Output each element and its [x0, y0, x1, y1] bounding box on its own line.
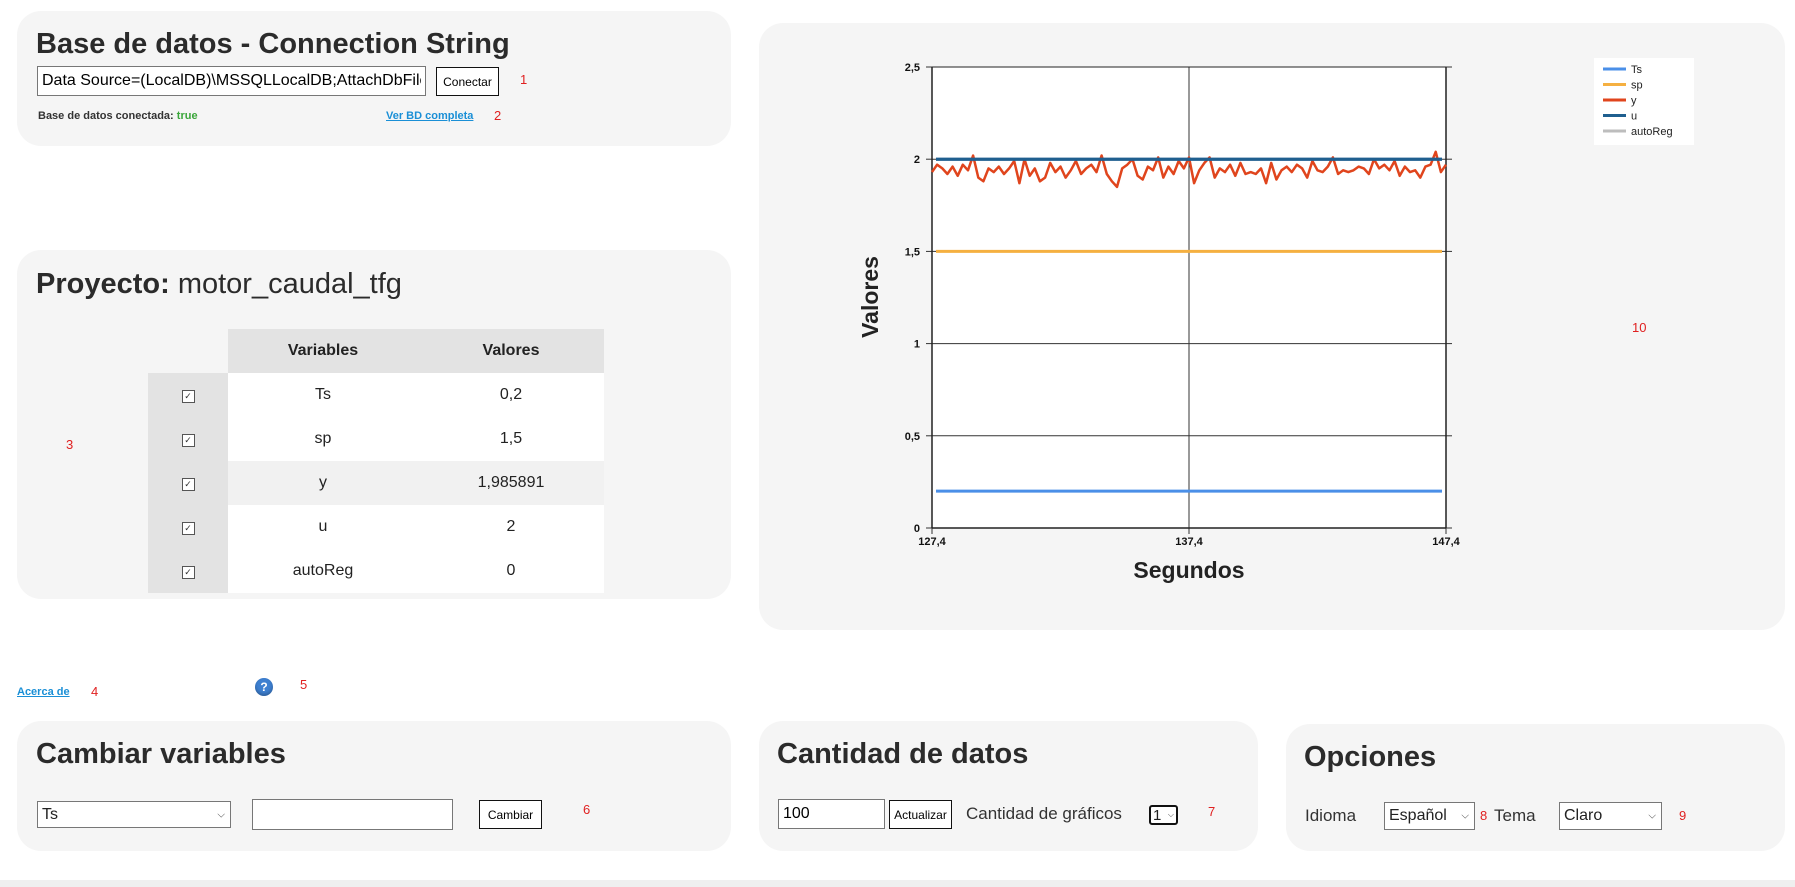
marker-9: 9	[1679, 808, 1687, 823]
row-variable: autoReg	[228, 549, 418, 593]
charts-amount-value: 1	[1153, 806, 1162, 824]
marker-4: 4	[91, 684, 99, 699]
table-row: ✓ y 1,985891	[148, 461, 604, 505]
data-amount-title: Cantidad de datos	[777, 738, 1029, 770]
db-title: Base de datos - Connection String	[36, 28, 510, 60]
row-checkbox-cell[interactable]: ✓	[148, 505, 228, 549]
view-db-link[interactable]: Ver BD completa	[386, 110, 473, 122]
table-row: ✓ u 2	[148, 505, 604, 549]
checkbox-checked-icon[interactable]: ✓	[181, 522, 195, 535]
chevron-down-icon: ⌵	[1648, 810, 1656, 822]
language-select-value: Español	[1389, 807, 1447, 824]
header-valores: Valores	[418, 329, 604, 373]
marker-5: 5	[300, 677, 308, 692]
db-status-value: true	[176, 110, 198, 122]
chevron-down-icon: ⌵	[217, 809, 225, 820]
table-row: ✓ autoReg 0	[148, 549, 604, 593]
row-variable: u	[228, 505, 418, 549]
connection-string-input[interactable]	[37, 66, 426, 96]
footer-bar	[0, 880, 1795, 887]
row-variable: Ts	[228, 373, 418, 417]
chevron-down-icon: ⌵	[1461, 810, 1469, 822]
db-status-label: Base de datos conectada:	[38, 110, 174, 122]
checkbox-checked-icon[interactable]: ✓	[181, 434, 195, 447]
project-label: Proyecto:	[36, 268, 170, 300]
row-checkbox-cell[interactable]: ✓	[148, 461, 228, 505]
charts-amount-label: Cantidad de gráficos	[966, 804, 1122, 823]
theme-select[interactable]: Claro ⌵	[1559, 802, 1662, 830]
row-checkbox-cell[interactable]: ✓	[148, 417, 228, 461]
row-checkbox-cell[interactable]: ✓	[148, 373, 228, 417]
db-status: Base de datos conectada: true	[38, 110, 198, 122]
help-icon[interactable]: ?	[255, 678, 273, 696]
theme-select-value: Claro	[1564, 807, 1603, 824]
marker-3: 3	[66, 437, 74, 452]
charts-amount-select[interactable]: 1 ⌵	[1149, 805, 1178, 825]
change-variables-title: Cambiar variables	[36, 738, 286, 770]
row-variable: y	[228, 461, 418, 505]
variables-table: Variables Valores ✓ Ts 0,2 ✓ sp 1,5 ✓ y …	[148, 329, 604, 593]
row-checkbox-cell[interactable]: ✓	[148, 549, 228, 593]
options-title: Opciones	[1304, 741, 1437, 773]
language-label: Idioma	[1305, 806, 1357, 825]
variable-select-value: Ts	[42, 805, 58, 823]
checkbox-checked-icon[interactable]: ✓	[181, 566, 195, 579]
row-variable: sp	[228, 417, 418, 461]
table-header-blank	[148, 329, 228, 373]
checkbox-checked-icon[interactable]: ✓	[181, 390, 195, 403]
data-amount-input[interactable]	[778, 799, 885, 829]
connect-button[interactable]: Conectar	[436, 67, 499, 96]
change-button[interactable]: Cambiar	[479, 800, 542, 829]
project-name: motor_caudal_tfg	[177, 268, 402, 300]
header-variables: Variables	[228, 329, 418, 373]
checkbox-checked-icon[interactable]: ✓	[181, 478, 195, 491]
about-link[interactable]: Acerca de	[17, 686, 70, 698]
chevron-down-icon: ⌵	[1167, 810, 1174, 819]
table-row: ✓ sp 1,5	[148, 417, 604, 461]
update-button[interactable]: Actualizar	[889, 800, 952, 829]
language-select[interactable]: Español ⌵	[1384, 802, 1475, 830]
theme-label: Tema	[1494, 806, 1536, 825]
row-value: 2	[418, 505, 604, 549]
row-value: 1,985891	[418, 461, 604, 505]
marker-8: 8	[1480, 808, 1488, 823]
variable-select[interactable]: Ts ⌵	[37, 801, 231, 828]
marker-7: 7	[1208, 804, 1216, 819]
table-row: ✓ Ts 0,2	[148, 373, 604, 417]
project-title: Proyecto: motor_caudal_tfg	[36, 268, 402, 301]
marker-2: 2	[494, 108, 502, 123]
marker-1: 1	[520, 72, 528, 87]
marker-6: 6	[583, 802, 591, 817]
row-value: 0,2	[418, 373, 604, 417]
row-value: 1,5	[418, 417, 604, 461]
marker-10: 10	[1632, 320, 1647, 335]
new-value-input[interactable]	[252, 799, 453, 830]
row-value: 0	[418, 549, 604, 593]
